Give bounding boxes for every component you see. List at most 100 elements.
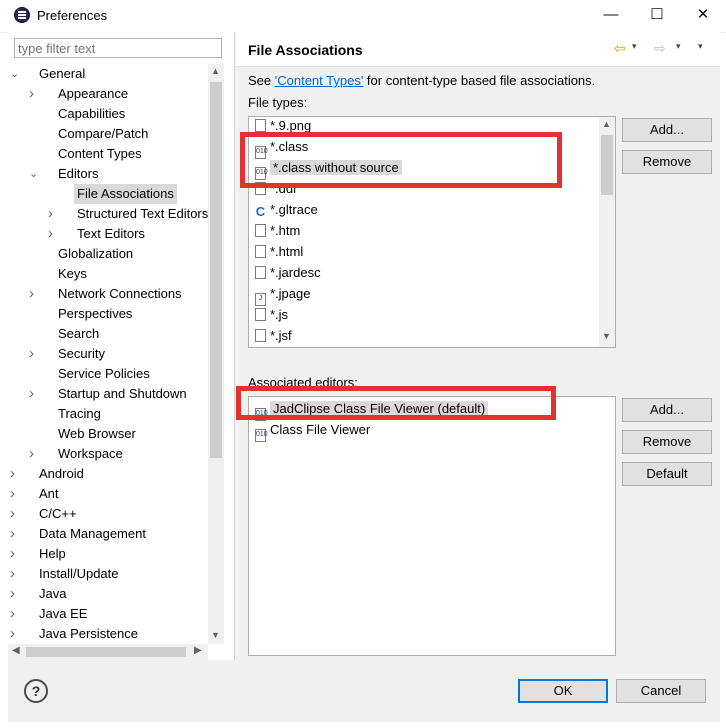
chevron-right-icon[interactable]: › [10, 524, 15, 544]
chevron-right-icon[interactable]: › [29, 444, 34, 464]
tree-item-ant[interactable]: › Ant [8, 484, 208, 504]
tree-item-appearance[interactable]: › Appearance [8, 84, 208, 104]
back-arrow-icon[interactable]: ⇦ [614, 40, 626, 57]
tree-item-label: Java [39, 586, 67, 601]
tree-item-text-editors[interactable]: › Text Editors [8, 224, 208, 244]
default-editor-button[interactable]: Default [622, 462, 712, 486]
chevron-right-icon[interactable]: › [29, 344, 34, 364]
list-item[interactable]: *.jardesc [255, 263, 321, 283]
chevron-right-icon[interactable]: › [48, 204, 53, 224]
associated-editors-list[interactable]: 010 JadClipse Class File Viewer (default)… [248, 396, 616, 656]
content-types-link[interactable]: 'Content Types' [275, 73, 364, 88]
tree-item-label: Java Persistence [39, 626, 138, 641]
add-editor-button[interactable]: Add... [622, 398, 712, 422]
list-item[interactable]: C *.gltrace [255, 200, 318, 220]
tree-item-perspectives[interactable]: Perspectives [8, 304, 208, 324]
maximize-button[interactable]: ☐ [634, 0, 680, 32]
cancel-button[interactable]: Cancel [616, 679, 706, 703]
tree-item-content-types[interactable]: Content Types [8, 144, 208, 164]
tree-item-general[interactable]: ⌄ General [8, 64, 208, 84]
minimize-button[interactable]: — [588, 0, 634, 32]
chevron-down-icon[interactable]: ⌄ [10, 64, 19, 84]
chevron-right-icon[interactable]: › [29, 384, 34, 404]
eclipse-app-icon [14, 7, 30, 23]
ok-button[interactable]: OK [518, 679, 608, 703]
tree-item-keys[interactable]: Keys [8, 264, 208, 284]
tree-scrollbar-thumb[interactable] [210, 82, 222, 458]
tree-item-label: Content Types [58, 146, 142, 161]
scroll-left-icon[interactable]: ◀ [12, 645, 20, 656]
view-menu-icon[interactable]: ▾ [698, 41, 703, 52]
list-item[interactable]: J *.jpage [255, 284, 310, 306]
tree-item-java-ee[interactable]: › Java EE [8, 604, 208, 624]
list-scroll-down-icon[interactable]: ▼ [602, 331, 611, 341]
tree-item-file-associations[interactable]: File Associations [8, 184, 208, 204]
tree-item-label: Keys [58, 266, 87, 281]
list-item[interactable]: *.htm [255, 221, 300, 241]
close-button[interactable]: ✕ [680, 0, 726, 32]
tree-item-data-management[interactable]: › Data Management [8, 524, 208, 544]
tree-item-structured-text-editors[interactable]: › Structured Text Editors [8, 204, 208, 224]
tree-item-search[interactable]: Search [8, 324, 208, 344]
list-item-label: *.htm [270, 223, 301, 238]
help-icon[interactable]: ? [24, 679, 48, 703]
tree-item-compare-patch[interactable]: Compare/Patch [8, 124, 208, 144]
list-item[interactable]: *.html [255, 242, 303, 262]
list-item-label: *.gltrace [270, 202, 318, 217]
chevron-right-icon[interactable]: › [10, 484, 15, 504]
list-item[interactable]: *.js [255, 305, 288, 325]
tree-item-java-persistence[interactable]: › Java Persistence [8, 624, 208, 644]
chevron-right-icon[interactable]: › [48, 224, 53, 244]
chevron-right-icon[interactable]: › [10, 464, 15, 484]
tree-item-android[interactable]: › Android [8, 464, 208, 484]
add-file-type-button[interactable]: Add... [622, 118, 712, 142]
filter-input[interactable] [14, 38, 222, 58]
forward-arrow-icon[interactable]: ⇨ [654, 40, 666, 57]
tree-item-label: Globalization [58, 246, 134, 261]
tree-item-startup-and-shutdown[interactable]: › Startup and Shutdown [8, 384, 208, 404]
chevron-right-icon[interactable]: › [29, 284, 34, 304]
tree-item-network-connections[interactable]: › Network Connections [8, 284, 208, 304]
tree-item-capabilities[interactable]: Capabilities [8, 104, 208, 124]
file-types-scrollbar-thumb[interactable] [601, 135, 613, 195]
scroll-up-icon[interactable]: ▲ [211, 66, 220, 76]
scroll-right-icon[interactable]: ▶ [194, 645, 202, 656]
tree-horizontal-scrollbar[interactable]: ◀ ▶ [8, 644, 208, 660]
tree-item-editors[interactable]: ⌄ Editors [8, 164, 208, 184]
tree-item-workspace[interactable]: › Workspace [8, 444, 208, 464]
tree-item-service-policies[interactable]: Service Policies [8, 364, 208, 384]
remove-editor-button[interactable]: Remove [622, 430, 712, 454]
chevron-right-icon[interactable]: › [10, 584, 15, 604]
scroll-down-icon[interactable]: ▼ [211, 630, 220, 640]
chevron-right-icon[interactable]: › [10, 544, 15, 564]
tree-hscrollbar-thumb[interactable] [26, 647, 186, 657]
tree-item-security[interactable]: › Security [8, 344, 208, 364]
tree-vertical-scrollbar[interactable]: ▲ ▼ [208, 64, 224, 644]
chevron-down-icon[interactable]: ⌄ [29, 164, 38, 184]
chevron-right-icon[interactable]: › [10, 604, 15, 624]
list-item-label: *.9.png [270, 118, 312, 133]
tree-item-c-c-[interactable]: › C/C++ [8, 504, 208, 524]
forward-menu-icon[interactable]: ▾ [676, 41, 681, 52]
list-item[interactable]: *.jsf [255, 326, 292, 346]
file-types-scrollbar[interactable]: ▲ ▼ [599, 117, 615, 347]
chevron-right-icon[interactable]: › [10, 504, 15, 524]
tree-item-web-browser[interactable]: Web Browser [8, 424, 208, 444]
tree-item-label: Java EE [39, 606, 88, 621]
list-item[interactable]: 010 Class File Viewer [255, 420, 370, 442]
tree-item-label: Text Editors [77, 226, 145, 241]
js-file-icon [255, 308, 266, 321]
tree-item-java[interactable]: › Java [8, 584, 208, 604]
tree-item-globalization[interactable]: Globalization [8, 244, 208, 264]
tree-item-help[interactable]: › Help [8, 544, 208, 564]
list-scroll-up-icon[interactable]: ▲ [602, 119, 611, 129]
remove-file-type-button[interactable]: Remove [622, 150, 712, 174]
chevron-right-icon[interactable]: › [10, 564, 15, 584]
class-file-icon: 010 [255, 429, 268, 442]
chevron-right-icon[interactable]: › [10, 624, 15, 644]
back-menu-icon[interactable]: ▾ [632, 41, 637, 52]
tree-item-install-update[interactable]: › Install/Update [8, 564, 208, 584]
chevron-right-icon[interactable]: › [29, 84, 34, 104]
gltrace-file-icon: C [255, 204, 266, 220]
tree-item-tracing[interactable]: Tracing [8, 404, 208, 424]
